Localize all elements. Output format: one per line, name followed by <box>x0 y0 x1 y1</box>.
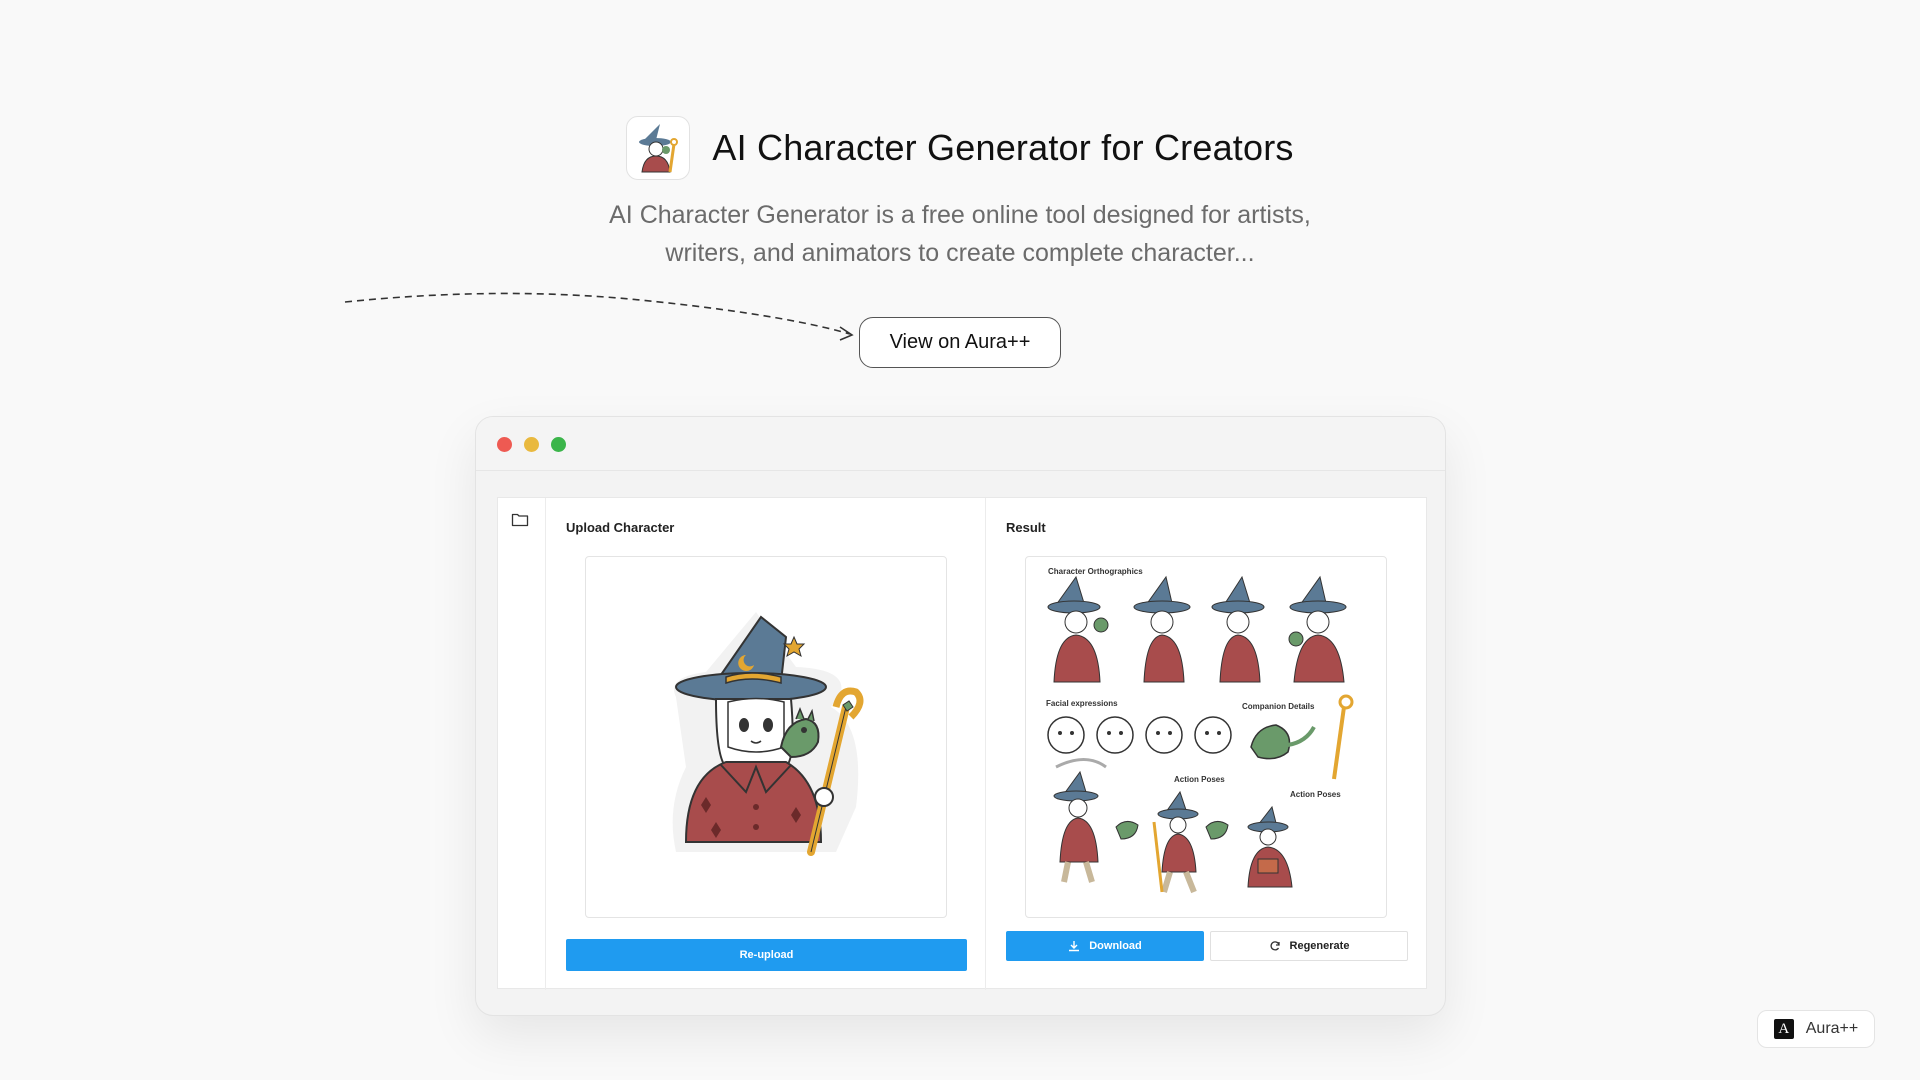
sheet-label-action-1: Action Poses <box>1174 775 1225 784</box>
app-content: Upload Character Re-upload Result Charac… <box>497 497 1428 990</box>
uploaded-character-preview[interactable] <box>585 556 947 918</box>
upload-panel-title: Upload Character <box>566 520 675 535</box>
page-title: AI Character Generator for Creators <box>712 127 1294 168</box>
character-sheet-artwork <box>1047 575 1354 894</box>
result-panel-title: Result <box>1006 520 1046 535</box>
hero-header: AI Character Generator for Creators <box>0 116 1920 180</box>
regenerate-label: Regenerate <box>1289 940 1350 952</box>
page-subtitle: AI Character Generator is a free online … <box>560 196 1360 272</box>
sheet-label-companion: Companion Details <box>1242 702 1315 711</box>
dashed-arrow-decoration <box>344 292 854 341</box>
side-rail <box>498 498 546 990</box>
orthographic-views <box>1047 575 1347 683</box>
folder-icon[interactable] <box>511 512 529 527</box>
subtitle-line-2: writers, and animators to create complet… <box>665 239 1255 267</box>
wizard-character-image <box>672 612 864 856</box>
action-poses <box>1053 758 1293 894</box>
reupload-button[interactable]: Re-upload <box>566 939 967 971</box>
badge-label: Aura++ <box>1805 1020 1859 1037</box>
regenerate-button[interactable]: Regenerate <box>1210 931 1408 961</box>
download-icon <box>1069 941 1080 952</box>
character-sheet-result[interactable]: Character Orthographics Facial expressio… <box>1025 556 1387 918</box>
view-on-aura-button[interactable]: View on Aura++ <box>859 317 1061 368</box>
sheet-label-facial: Facial expressions <box>1046 699 1118 708</box>
download-button[interactable]: Download <box>1006 931 1204 961</box>
result-panel: Result Character Orthographics Facial ex… <box>986 498 1428 990</box>
download-label: Download <box>1089 940 1142 952</box>
refresh-icon <box>1270 941 1280 951</box>
window-titlebar <box>476 417 1445 471</box>
subtitle-line-1: AI Character Generator is a free online … <box>609 201 1311 229</box>
app-icon <box>626 116 691 180</box>
sheet-label-orthographics: Character Orthographics <box>1048 567 1143 576</box>
facial-expressions <box>1047 716 1232 754</box>
close-window-dot[interactable] <box>497 437 512 452</box>
app-window: Upload Character Re-upload Result Charac… <box>475 416 1446 1016</box>
upload-panel: Upload Character Re-upload <box>546 498 986 990</box>
sheet-label-action-2: Action Poses <box>1290 790 1341 799</box>
maximize-window-dot[interactable] <box>551 437 566 452</box>
minimize-window-dot[interactable] <box>524 437 539 452</box>
aura-badge[interactable]: A Aura++ <box>1757 1010 1875 1048</box>
aura-logo-icon: A <box>1773 1019 1794 1039</box>
wizard-thumbnail <box>639 124 679 173</box>
